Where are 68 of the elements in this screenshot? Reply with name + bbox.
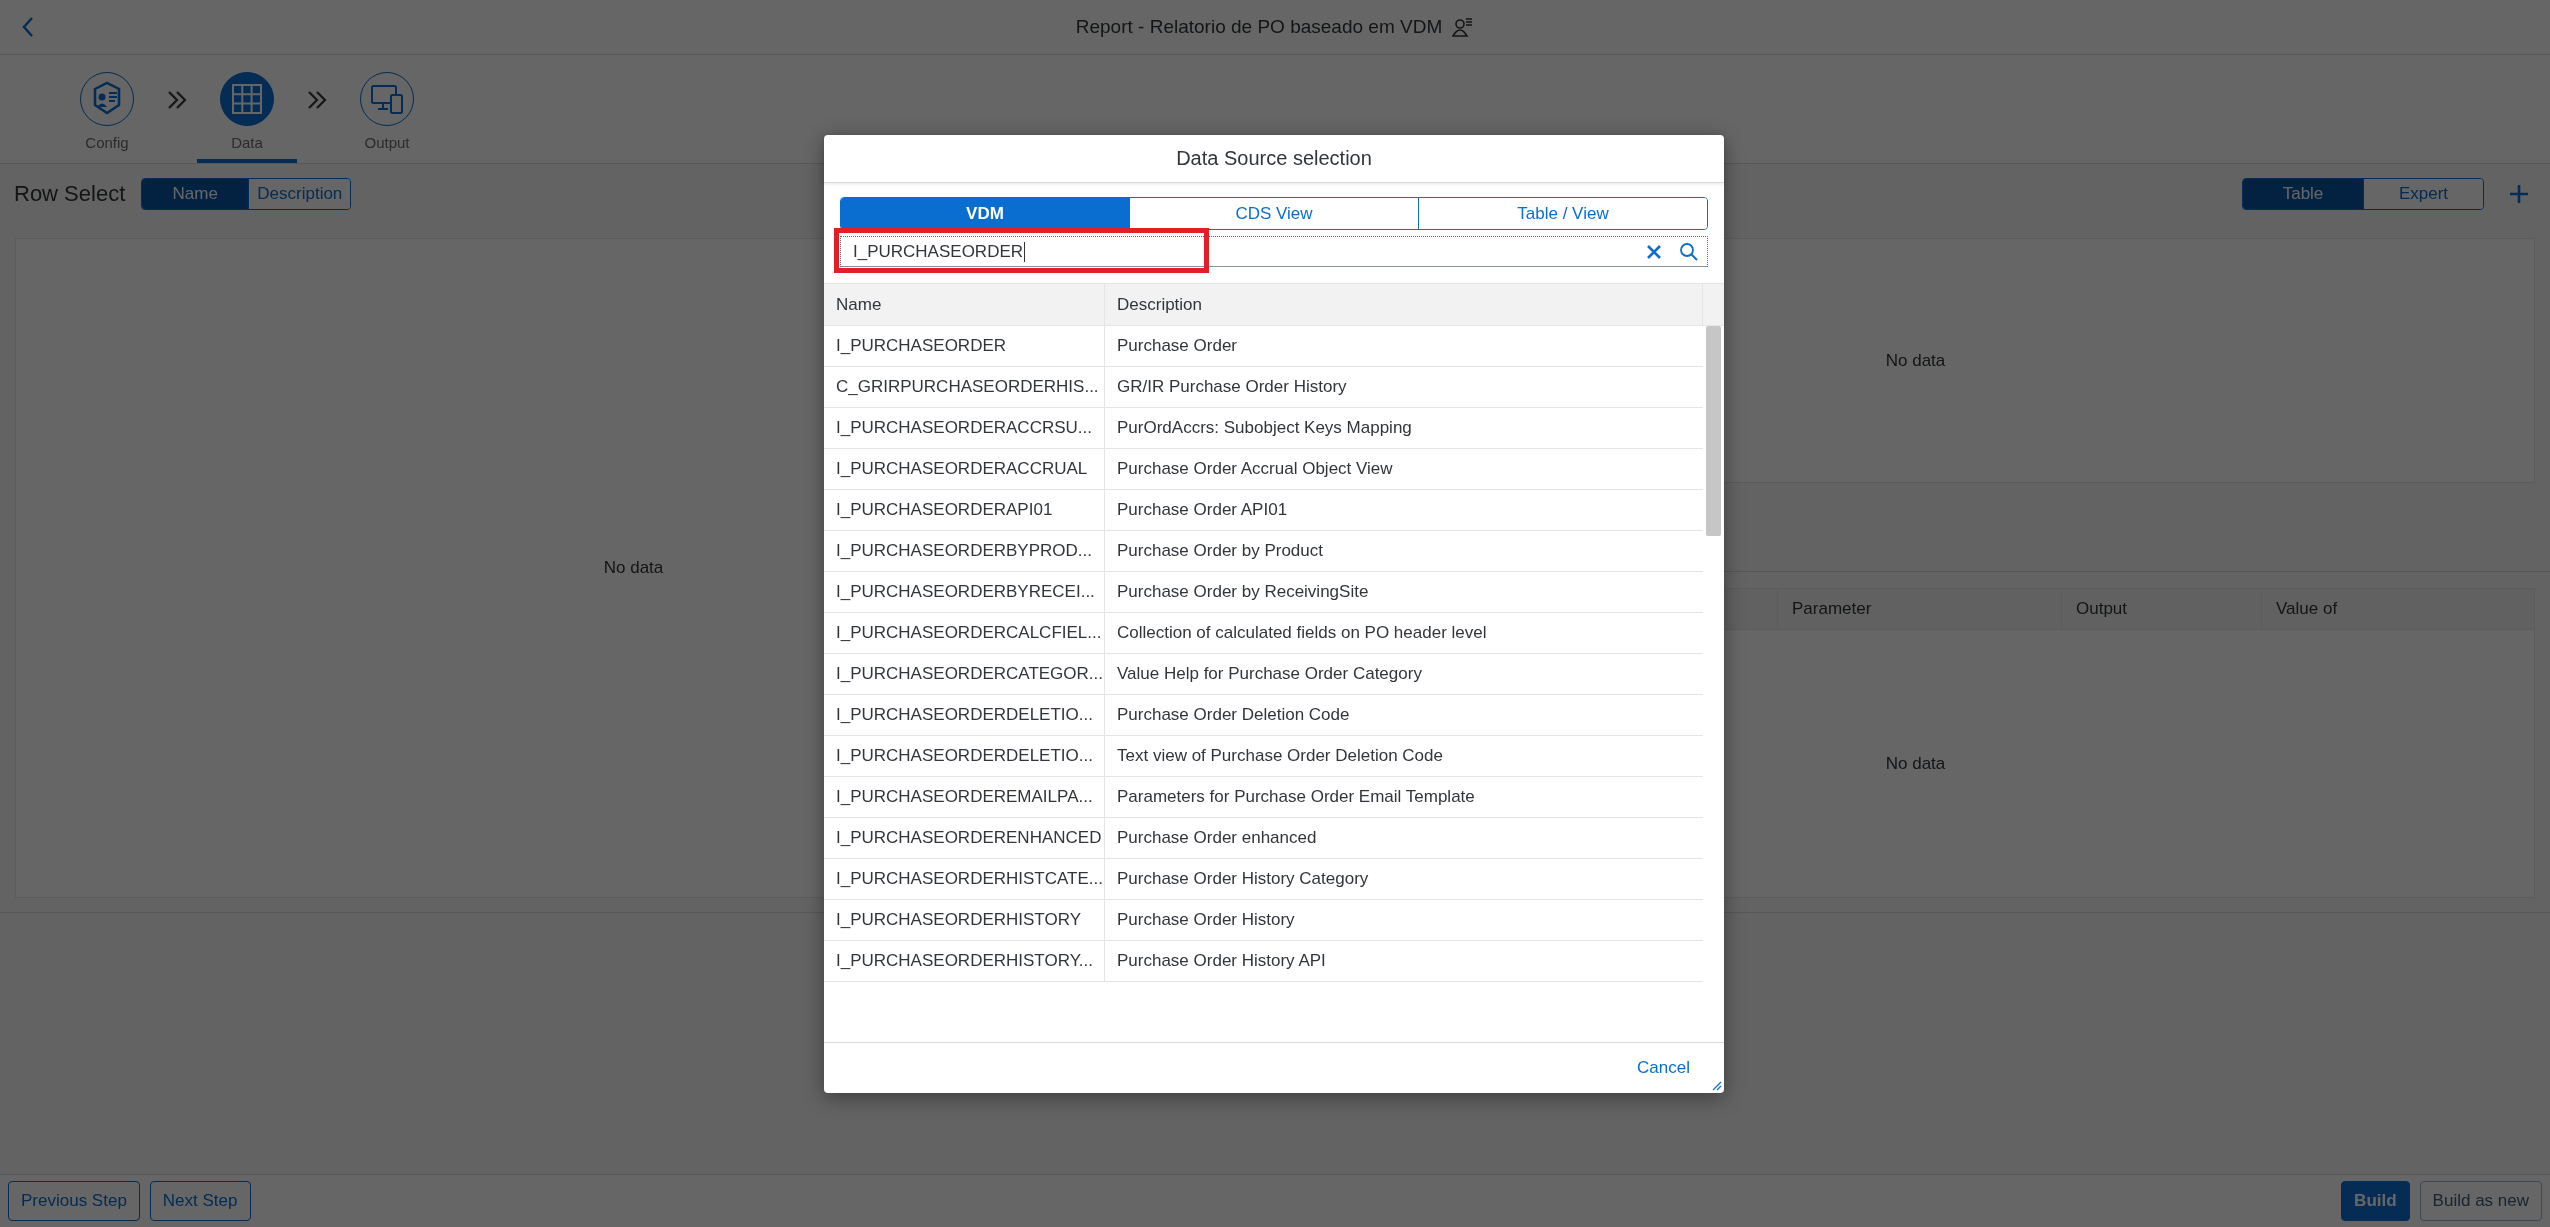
back-icon (20, 15, 36, 39)
segment-button[interactable]: Description (248, 179, 351, 209)
section-title: Row Select (14, 181, 126, 207)
table-cell: I_PURCHASEORDERHISTORY (824, 900, 1105, 940)
table-cell-text: Purchase Order (1116, 335, 1238, 357)
column-header: Parameter (1777, 589, 2061, 629)
table-cell: I_PURCHASEORDERBYRECEI... (824, 572, 1105, 612)
column-header: Description (1116, 293, 1204, 316)
column-header: Output (2061, 589, 2261, 629)
page-title: Report - Relatorio de PO baseado em VDM (1075, 16, 1443, 38)
table-cell: C_GRIRPURCHASEORDERHIS... (824, 367, 1105, 407)
empty-text: No data (603, 558, 664, 578)
table-cell-text: Parameters for Purchase Order Email Template (1116, 786, 1476, 808)
close-icon (1645, 242, 1663, 261)
plus-icon (2508, 183, 2530, 205)
step-tab[interactable]: Config (57, 55, 157, 163)
table-cell-text: Purchase Order History API (1116, 950, 1327, 972)
double-chevron-icon (166, 89, 188, 111)
table-cell: I_PURCHASEORDERCALCFIEL... (824, 613, 1105, 653)
step-tab[interactable]: Output (337, 55, 437, 163)
column-header: Name (824, 284, 1105, 325)
table-cell-text: Text view of Purchase Order Deletion Code (1116, 745, 1444, 767)
table-cell: I_PURCHASEORDERCATEGOR... (824, 654, 1105, 694)
table-cell: I_PURCHASEORDER (824, 326, 1105, 366)
tab[interactable]: Table / View (1418, 198, 1707, 229)
table-cell-text: Purchase Order Deletion Code (1116, 704, 1351, 726)
table-cell: I_PURCHASEORDERDELETIO... (824, 695, 1105, 735)
empty-text: No data (1885, 350, 1946, 371)
tab[interactable]: VDM (841, 198, 1129, 229)
search-icon (1679, 241, 1699, 262)
step-label: Config (85, 134, 129, 151)
table-cell-text: Purchase Order API01 (1116, 499, 1289, 521)
table-cell-text: GR/IR Purchase Order History (1116, 376, 1348, 398)
search-field[interactable]: I_PURCHASEORDER (840, 236, 1708, 267)
table-cell: I_PURCHASEORDERENHANCED (824, 818, 1105, 858)
resize-grip-icon (1712, 1081, 1722, 1091)
table-cell-text: Value Help for Purchase Order Category (1116, 663, 1423, 685)
table-cell-text: Purchase Order enhanced (1116, 827, 1318, 849)
table-cell-text: Purchase Order History (1116, 909, 1296, 931)
table-cell-text: Purchase Order by Product (1116, 540, 1324, 562)
step-button[interactable]: Previous Step (8, 1181, 140, 1221)
table-cell: I_PURCHASEORDEREMAILPA... (824, 777, 1105, 817)
table-cell: I_PURCHASEORDERAPI01 (824, 490, 1105, 530)
table-cell-text: PurOrdAccrs: Subobject Keys Mapping (1116, 417, 1413, 439)
build-button[interactable]: Build (2341, 1181, 2410, 1221)
empty-text: No data (1885, 753, 1946, 774)
step-button[interactable]: Next Step (149, 1181, 251, 1221)
table-cell: I_PURCHASEORDERHISTCATE... (824, 859, 1105, 899)
column-header: Value of (2261, 589, 2534, 629)
segment-button[interactable]: Table (2243, 179, 2363, 209)
step-label: Output (364, 134, 410, 151)
dialog-title: Data Source selection (824, 135, 1724, 183)
table-cell: I_PURCHASEORDERBYPROD... (824, 531, 1105, 571)
user-list-icon (1452, 16, 1475, 38)
step-label: Data (231, 134, 263, 151)
table-cell-text: Collection of calculated fields on PO header level (1116, 622, 1488, 644)
step-tab[interactable]: Data (197, 55, 297, 163)
cancel-button[interactable]: Cancel (1631, 1057, 1696, 1079)
table-cell-text: Purchase Order Accrual Object View (1116, 458, 1394, 480)
table-cell: I_PURCHASEORDERHISTORY... (824, 941, 1105, 981)
table-cell-text: Purchase Order History Category (1116, 868, 1370, 890)
table-cell: I_PURCHASEORDERACCRUAL (824, 449, 1105, 489)
double-chevron-icon (306, 89, 328, 111)
table-cell-text: Purchase Order by ReceivingSite (1116, 581, 1370, 603)
table-cell: I_PURCHASEORDERACCRSU... (824, 408, 1105, 448)
segment-button[interactable]: Name (142, 179, 249, 209)
table-cell: I_PURCHASEORDERDELETIO... (824, 736, 1105, 776)
segment-button[interactable]: Expert (2363, 179, 2483, 209)
